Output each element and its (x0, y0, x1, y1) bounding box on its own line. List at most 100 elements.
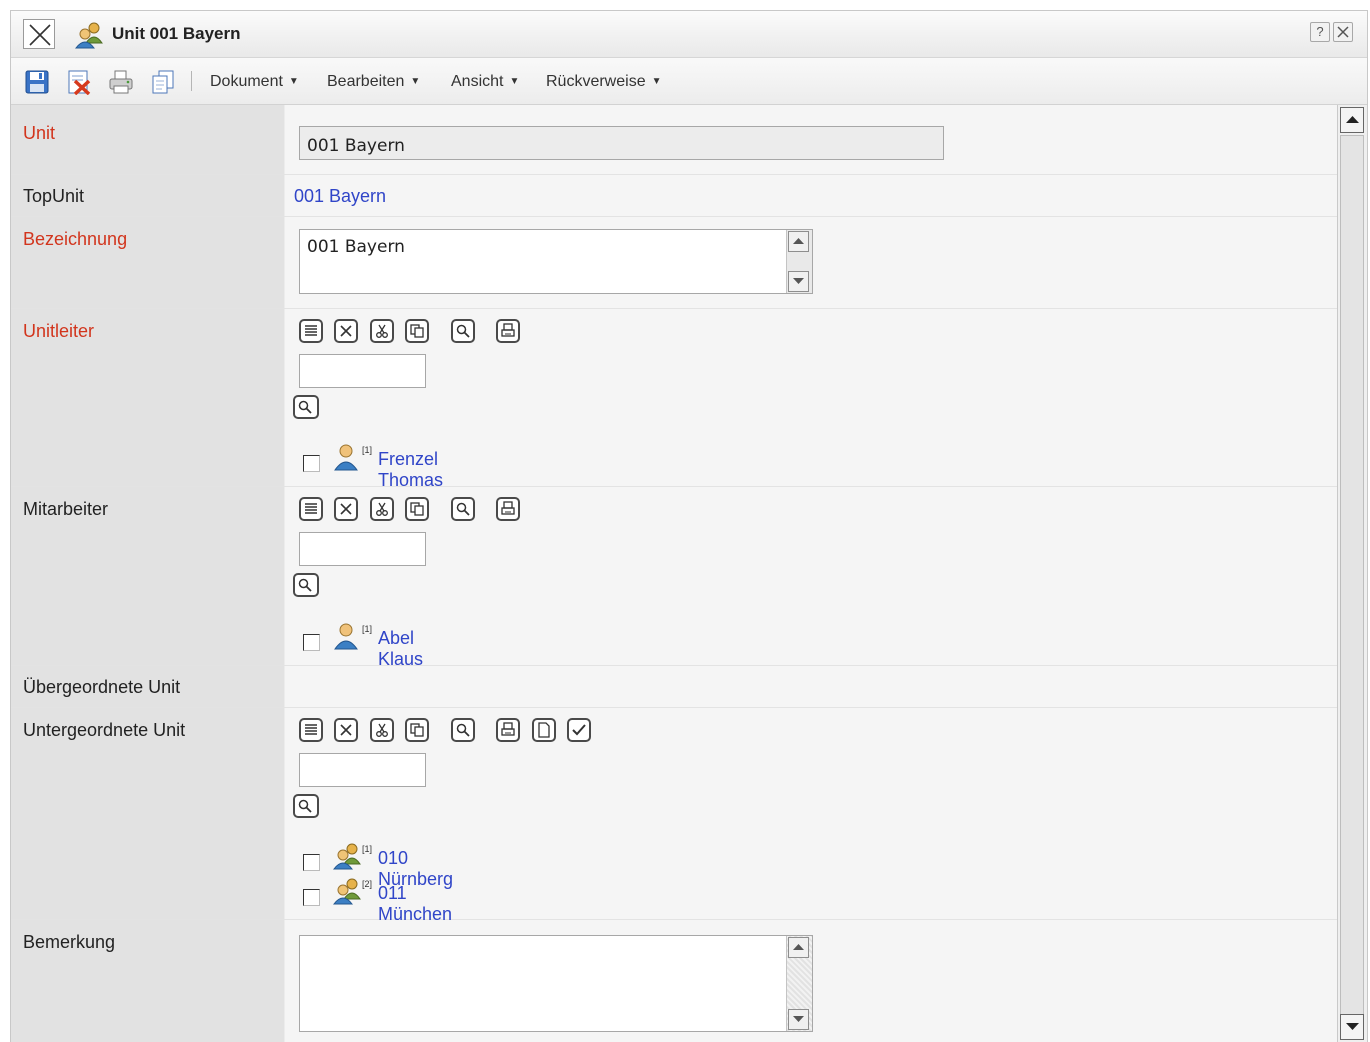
scrollbar-thumb[interactable] (1340, 135, 1364, 1015)
mitarbeiter-search-input[interactable] (299, 532, 426, 566)
topunit-link[interactable]: 001 Bayern (294, 186, 386, 207)
person-icon (334, 444, 358, 471)
print-icon (501, 323, 515, 337)
field-row-mitarbeiter: Mitarbeiter [1] Abel Klaus (11, 487, 1337, 669)
save-icon[interactable] (24, 69, 50, 95)
textarea-scrollbar[interactable] (786, 230, 812, 293)
copy-icon (410, 324, 424, 338)
field-row-bezeichnung: Bezeichnung 001 Bayern (11, 217, 1337, 309)
lookup-button[interactable] (293, 573, 319, 597)
unit-field[interactable]: 001 Bayern (299, 126, 944, 160)
print-icon[interactable] (108, 69, 134, 95)
close-document-button[interactable] (23, 19, 55, 49)
print-button[interactable] (496, 497, 520, 521)
scissors-icon (376, 324, 388, 338)
menu-label: Ansicht (451, 73, 504, 90)
field-row-unitleiter: Unitleiter [1] Frenzel Thomas (11, 309, 1337, 490)
menu-bearbeiten[interactable]: Bearbeiten ▼ (327, 73, 420, 91)
unitleiter-label: Unitleiter (23, 321, 95, 341)
field-value-cell: [1] 010 Nürnberg [2] 011 München (285, 708, 1337, 924)
new-document-button[interactable] (532, 718, 556, 742)
scroll-up-button[interactable] (788, 937, 809, 958)
lookup-button[interactable] (293, 395, 319, 419)
copy-button[interactable] (405, 497, 429, 521)
field-label-cell: TopUnit (11, 175, 285, 216)
scroll-down-button[interactable] (788, 1009, 809, 1030)
entry-index: [2] (362, 879, 373, 889)
menu-ansicht[interactable]: Ansicht ▼ (451, 73, 519, 91)
select-checkbox[interactable] (303, 854, 320, 871)
dropdown-arrow-icon: ▼ (410, 76, 421, 87)
menu-label: Bearbeiten (327, 73, 405, 90)
search-icon (298, 799, 312, 813)
cut-button[interactable] (370, 497, 394, 521)
print-button[interactable] (496, 319, 520, 343)
list-icon (305, 503, 317, 514)
page-scroll-up-button[interactable] (1340, 107, 1364, 133)
copy-button[interactable] (405, 718, 429, 742)
field-label-cell: Unit (11, 105, 285, 174)
select-checkbox[interactable] (303, 455, 320, 472)
menu-dokument[interactable]: Dokument ▼ (210, 73, 299, 91)
unitleiter-search-input[interactable] (299, 354, 426, 388)
delete-document-icon[interactable] (66, 69, 92, 95)
list-view-button[interactable] (299, 319, 323, 343)
search-button[interactable] (451, 497, 475, 521)
bezeichnung-label: Bezeichnung (23, 229, 128, 249)
arrow-down-icon (1346, 1023, 1359, 1030)
list-view-button[interactable] (299, 497, 323, 521)
dropdown-arrow-icon: ▼ (288, 76, 299, 87)
unit-label: Unit (23, 123, 56, 143)
bezeichnung-textarea[interactable]: 001 Bayern (299, 229, 813, 294)
cut-button[interactable] (370, 319, 394, 343)
untergeordnete-search-input[interactable] (299, 753, 426, 787)
close-window-button[interactable] (1333, 22, 1353, 42)
person-link[interactable]: Abel Klaus (378, 628, 423, 670)
entry-index: [1] (362, 445, 373, 455)
title-bar: Unit 001 Bayern ? (11, 11, 1367, 58)
page-scrollbar[interactable] (1337, 105, 1367, 1042)
field-value-cell (285, 666, 1337, 707)
remove-button[interactable] (334, 718, 358, 742)
cut-button[interactable] (370, 718, 394, 742)
person-link[interactable]: Frenzel Thomas (378, 449, 443, 491)
unit-link[interactable]: 011 München (378, 883, 452, 925)
scissors-icon (376, 502, 388, 516)
bezeichnung-text: 001 Bayern (307, 237, 405, 257)
search-icon (456, 502, 470, 516)
list-icon (305, 325, 317, 336)
list-view-button[interactable] (299, 718, 323, 742)
scroll-up-button[interactable] (788, 231, 809, 252)
textarea-scrollbar[interactable] (786, 936, 812, 1031)
copy-icon (410, 502, 424, 516)
page-scroll-down-button[interactable] (1340, 1014, 1364, 1040)
arrow-up-icon (793, 238, 804, 244)
entry-index: [1] (362, 844, 373, 854)
menu-rueckverweise[interactable]: Rückverweise ▼ (546, 73, 662, 91)
entry-index: [1] (362, 624, 373, 634)
print-button[interactable] (496, 718, 520, 742)
search-button[interactable] (451, 718, 475, 742)
scroll-down-button[interactable] (788, 271, 809, 292)
field-value-cell: 001 Bayern (285, 175, 1337, 216)
field-row-bemerkung: Bemerkung (11, 920, 1337, 1042)
select-checkbox[interactable] (303, 889, 320, 906)
copy-icon[interactable] (150, 69, 176, 95)
help-button[interactable]: ? (1310, 22, 1330, 42)
bemerkung-textarea[interactable] (299, 935, 813, 1032)
copy-button[interactable] (405, 319, 429, 343)
main-toolbar: Dokument ▼ Bearbeiten ▼ Ansicht ▼ Rückverwe… (11, 58, 1367, 105)
field-row-unit: Unit 001 Bayern (11, 105, 1337, 175)
select-checkbox[interactable] (303, 634, 320, 651)
remove-button[interactable] (334, 319, 358, 343)
close-icon (340, 724, 352, 736)
confirm-button[interactable] (567, 718, 591, 742)
field-value-cell (285, 920, 1337, 1042)
person-icon (334, 623, 358, 650)
field-row-untergeordnete-unit: Untergeordnete Unit [1] 010 Nürnberg [2]… (11, 708, 1337, 924)
close-icon (29, 24, 51, 46)
remove-button[interactable] (334, 497, 358, 521)
lookup-button[interactable] (293, 794, 319, 818)
search-button[interactable] (451, 319, 475, 343)
topunit-label: TopUnit (23, 186, 85, 206)
